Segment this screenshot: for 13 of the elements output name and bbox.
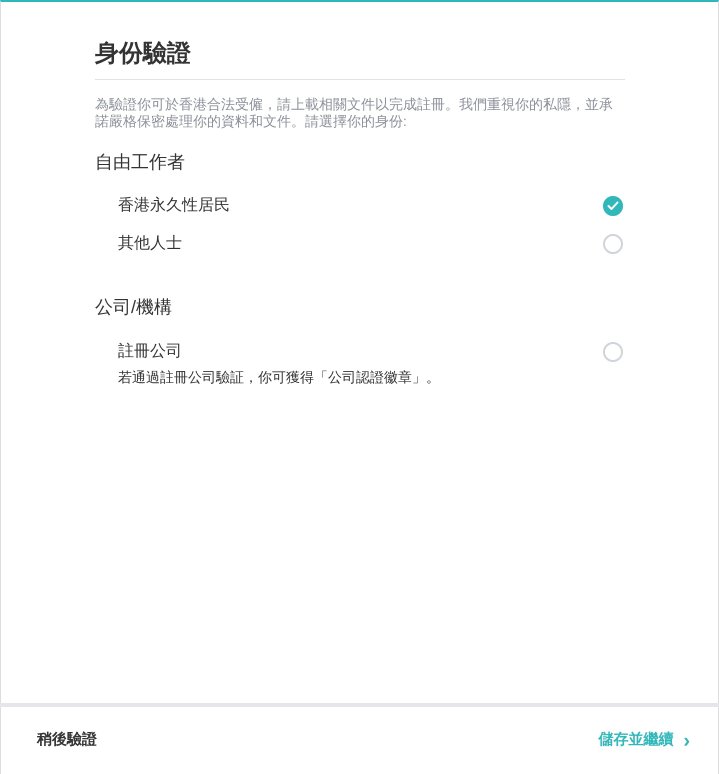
option-note: 若通過註冊公司驗証，你可獲得「公司認證徽章」。 xyxy=(117,368,441,387)
option-label: 香港永久性居民 xyxy=(118,196,230,216)
radio-button[interactable] xyxy=(603,234,623,254)
section-heading: 公司/機構 xyxy=(95,297,174,319)
radio-button[interactable] xyxy=(603,342,623,362)
later-button[interactable]: 稍後驗證 xyxy=(37,729,97,752)
option-label: 註冊公司 xyxy=(118,342,182,362)
page-title: 身份驗證 xyxy=(95,40,625,80)
option-label: 其他人士 xyxy=(118,234,182,254)
section-heading: 自由工作者 xyxy=(95,152,186,174)
intro-text: 為驗證你可於香港合法受僱，請上載相關文件以完成註冊。我們重視你的私隱，並承諾嚴格保密處理你的資料和文件。請選擇你的身份: xyxy=(95,96,614,130)
check-icon xyxy=(607,201,619,212)
radio-button[interactable] xyxy=(603,196,623,216)
